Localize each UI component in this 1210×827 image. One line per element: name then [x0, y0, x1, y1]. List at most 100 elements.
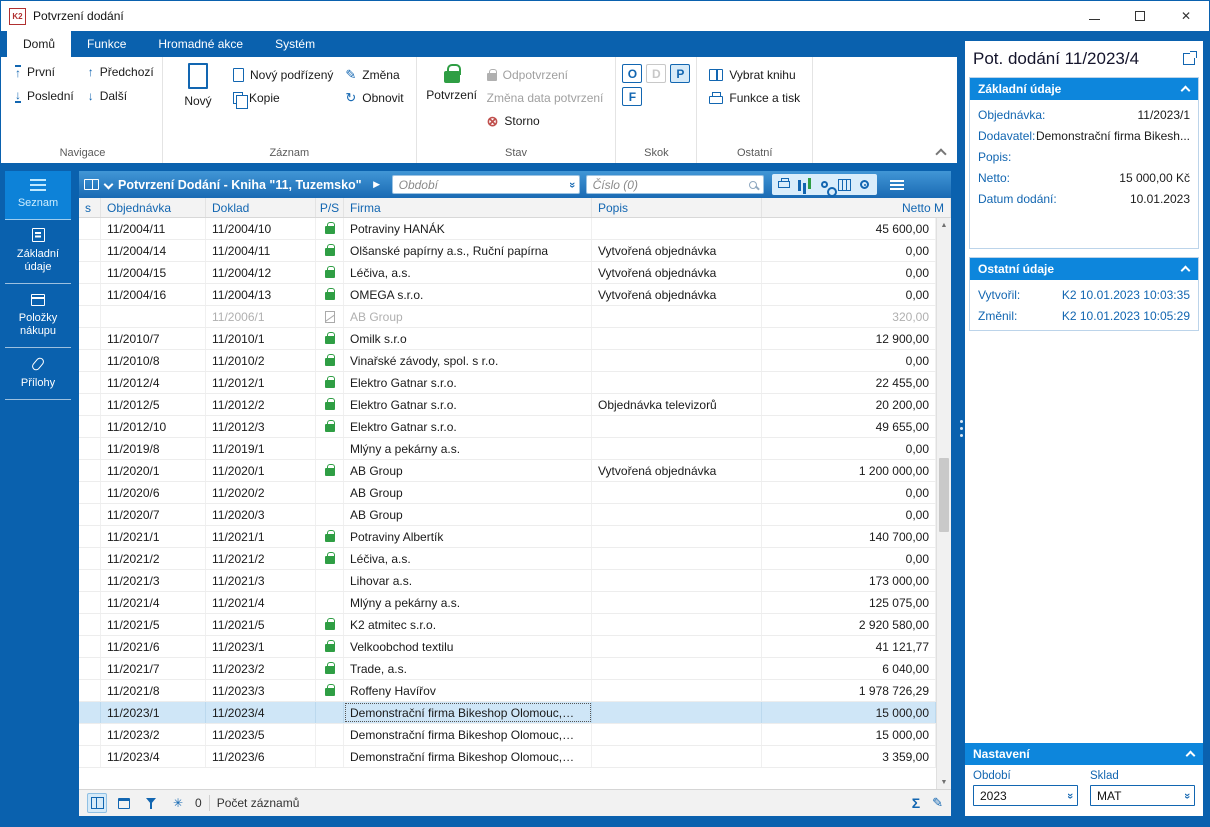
section-header-nastaveni[interactable]: Nastavení: [965, 743, 1203, 765]
confirm-button[interactable]: Potvrzení: [423, 60, 481, 102]
new-child-button[interactable]: Nový podřízený: [227, 63, 339, 86]
obdobi-select[interactable]: 2023 »: [973, 785, 1078, 806]
table-row[interactable]: 11/2021/7 11/2023/2 Trade, a.s. 6 040,00: [79, 658, 936, 680]
functions-print-button[interactable]: Funkce a tisk: [703, 86, 806, 109]
col-doklad[interactable]: Doklad: [206, 198, 316, 217]
cell-status: [79, 372, 101, 393]
table-row[interactable]: 11/2023/1 11/2023/4 Demonstrační firma Bik…: [79, 702, 936, 724]
cell-status: [79, 680, 101, 701]
table-row[interactable]: 11/2021/6 11/2023/1 Velkoobchod textilu 41 …: [79, 636, 936, 658]
splitter-handle[interactable]: [957, 31, 965, 826]
scrollbar-thumb[interactable]: [939, 457, 949, 533]
automation-icon[interactable]: [816, 176, 837, 197]
table-row[interactable]: 11/2019/8 11/2019/1 Mlýny a pekárny a.s. 0,…: [79, 438, 936, 460]
col-firma[interactable]: Firma: [344, 198, 592, 217]
new-button[interactable]: Nový: [169, 60, 227, 108]
section-header-ostatni[interactable]: Ostatní údaje: [970, 258, 1198, 280]
jump-o-button[interactable]: O: [622, 64, 643, 83]
calendar-icon[interactable]: [114, 793, 134, 813]
menu-icon[interactable]: [885, 171, 909, 198]
minimize-button[interactable]: [1071, 1, 1117, 31]
copy-button[interactable]: Kopie: [227, 86, 339, 109]
table-row[interactable]: 11/2004/14 11/2004/11 Olšanské papírny a.s…: [79, 240, 936, 262]
col-s[interactable]: s: [79, 198, 101, 217]
sidebar-item-seznam[interactable]: Seznam: [5, 171, 71, 220]
tab-domu[interactable]: Domů: [7, 31, 72, 57]
cell-popis: [592, 504, 762, 525]
obdobi-filter-input[interactable]: [392, 176, 569, 193]
close-button[interactable]: ✕: [1163, 1, 1209, 31]
storno-button[interactable]: ⊗ Storno: [481, 109, 610, 132]
table-row[interactable]: 11/2021/5 11/2021/5 K2 atmitec s.r.o. 2 920…: [79, 614, 936, 636]
scroll-up-icon[interactable]: ▲: [937, 218, 951, 232]
refresh-button[interactable]: ↻ Obnovit: [339, 86, 409, 109]
table-row[interactable]: 11/2021/1 11/2021/1 Potraviny Albertík 140 …: [79, 526, 936, 548]
table-row[interactable]: 11/2021/4 11/2021/4 Mlýny a pekárny a.s. 12…: [79, 592, 936, 614]
dropdown-icon[interactable]: »: [566, 181, 578, 187]
collapse-ribbon-icon[interactable]: [937, 147, 945, 155]
sum-icon[interactable]: Σ: [912, 795, 920, 811]
chart-icon[interactable]: [796, 176, 813, 193]
tab-funkce[interactable]: Funkce: [71, 31, 142, 57]
sidebar-item-prilohy[interactable]: Přílohy: [5, 348, 71, 400]
first-button[interactable]: ↑ První: [9, 61, 80, 84]
cislo-search-input[interactable]: [586, 176, 749, 193]
table-row[interactable]: 11/2012/10 11/2012/3 Elektro Gatnar s.r.o.…: [79, 416, 936, 438]
tab-hromadne-akce[interactable]: Hromadné akce: [142, 31, 259, 57]
print-icon[interactable]: [776, 176, 793, 193]
cell-doklad: 11/2021/2: [206, 548, 316, 569]
section-header-zakladni[interactable]: Základní údaje: [970, 78, 1198, 100]
table-row[interactable]: 11/2023/2 11/2023/5 Demonstrační firma Bik…: [79, 724, 936, 746]
jump-d-button[interactable]: D: [646, 64, 667, 83]
table-row[interactable]: 11/2021/8 11/2023/3 Roffeny Havířov 1 978 7…: [79, 680, 936, 702]
jump-p-button[interactable]: P: [670, 64, 691, 83]
edit-icon[interactable]: ✎: [932, 795, 943, 811]
filter-icon[interactable]: [141, 793, 161, 813]
table-row[interactable]: 11/2004/15 11/2004/12 Léčiva, a.s. Vytvořen…: [79, 262, 936, 284]
view-grid-icon[interactable]: [87, 793, 107, 813]
col-netto[interactable]: Netto M: [762, 198, 951, 217]
detail-title: Pot. dodání 11/2023/4: [973, 49, 1140, 68]
expand-icon[interactable]: ▶: [368, 176, 386, 194]
tab-system[interactable]: Systém: [259, 31, 331, 57]
sidebar-item-polozky-nakupu[interactable]: Položky nákupu: [5, 284, 71, 348]
table-row[interactable]: 11/2004/16 11/2004/13 OMEGA s.r.o. Vytvořen…: [79, 284, 936, 306]
table-row[interactable]: 11/2020/1 11/2020/1 AB Group Vytvořená obje…: [79, 460, 936, 482]
table-row[interactable]: 11/2010/7 11/2010/1 Omilk s.r.o 12 900,00: [79, 328, 936, 350]
cell-netto: 0,00: [762, 548, 936, 569]
open-book-icon[interactable]: [84, 179, 99, 190]
table-row[interactable]: 11/2006/1 AB Group 320,00: [79, 306, 936, 328]
col-objednavka[interactable]: Objednávka: [101, 198, 206, 217]
table-row[interactable]: 11/2021/3 11/2021/3 Lihovar a.s. 173 000,00: [79, 570, 936, 592]
next-button[interactable]: ↓ Další: [82, 85, 160, 108]
change-confirm-date-button[interactable]: Změna data potvrzení: [481, 86, 610, 109]
table-row[interactable]: 11/2010/8 11/2010/2 Vinařské závody, spol.…: [79, 350, 936, 372]
previous-button[interactable]: ↑ Předchozí: [82, 61, 160, 84]
change-button[interactable]: ✎ Změna: [339, 63, 409, 86]
auto-refresh-icon[interactable]: ✳: [168, 793, 188, 813]
col-ps[interactable]: P/S: [316, 198, 344, 217]
cell-netto: 140 700,00: [762, 526, 936, 547]
scroll-down-icon[interactable]: ▼: [937, 775, 951, 789]
table-row[interactable]: 11/2020/7 11/2020/3 AB Group 0,00: [79, 504, 936, 526]
table-row[interactable]: 11/2004/11 11/2004/10 Potraviny HANÁK 45 60…: [79, 218, 936, 240]
table-row[interactable]: 11/2020/6 11/2020/2 AB Group 0,00: [79, 482, 936, 504]
chevron-down-icon[interactable]: [105, 181, 112, 188]
select-book-button[interactable]: Vybrat knihu: [703, 63, 801, 86]
sidebar-item-zakladni-udaje[interactable]: Základní údaje: [5, 220, 71, 284]
table-row[interactable]: 11/2021/2 11/2021/2 Léčiva, a.s. 0,00: [79, 548, 936, 570]
sklad-select[interactable]: MAT »: [1090, 785, 1195, 806]
maximize-button[interactable]: [1117, 1, 1163, 31]
table-row[interactable]: 11/2012/4 11/2012/1 Elektro Gatnar s.r.o. 2…: [79, 372, 936, 394]
unconfirm-button[interactable]: Odpotvrzení: [481, 63, 610, 86]
table-row[interactable]: 11/2023/4 11/2023/6 Demonstrační firma Bik…: [79, 746, 936, 768]
cell-objednavka: 11/2004/14: [101, 240, 206, 261]
columns-icon[interactable]: [836, 176, 853, 193]
vertical-scrollbar[interactable]: ▲ ▼: [936, 218, 951, 789]
open-external-icon[interactable]: [1183, 51, 1197, 65]
last-button[interactable]: ↓ Poslední: [9, 85, 80, 108]
col-popis[interactable]: Popis: [592, 198, 762, 217]
jump-f-button[interactable]: F: [622, 87, 643, 106]
table-row[interactable]: 11/2012/5 11/2012/2 Elektro Gatnar s.r.o. O…: [79, 394, 936, 416]
view-settings-icon[interactable]: [856, 176, 873, 193]
